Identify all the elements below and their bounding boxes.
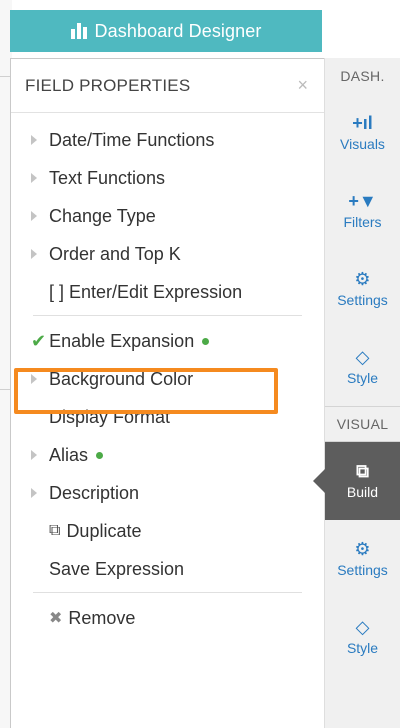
- menu-item-description[interactable]: Description: [11, 474, 324, 512]
- sidebar-item-filters[interactable]: +▼ Filters: [325, 172, 400, 250]
- menu-item-label: Enable Expansion: [49, 330, 195, 351]
- caret-right-icon: [31, 488, 37, 498]
- sidebar-item-label: Filters: [343, 214, 382, 230]
- sidebar-item-visuals[interactable]: +ıl Visuals: [325, 94, 400, 172]
- menu-item-remove[interactable]: ✖ Remove: [11, 599, 324, 637]
- menu-divider: [33, 592, 302, 593]
- menu-item-change-type[interactable]: Change Type: [11, 197, 324, 235]
- caret-right-icon: [31, 211, 37, 221]
- menu-item-enable-expansion[interactable]: ✔ Enable Expansion: [11, 322, 324, 360]
- field-properties-panel: FIELD PROPERTIES × Date/Time Functions T…: [10, 58, 324, 728]
- menu-item-label: Duplicate: [66, 520, 142, 541]
- sidebar-item-dash-settings[interactable]: ⚙ Settings: [325, 250, 400, 328]
- visuals-icon: +ıl: [352, 113, 373, 133]
- menu-item-alias[interactable]: Alias: [11, 436, 324, 474]
- status-dot-icon: [202, 337, 210, 345]
- menu-item-save-expression[interactable]: Save Expression: [11, 550, 324, 588]
- sidebar-item-visual-style[interactable]: ◇ Style: [325, 598, 400, 676]
- sidebar-item-build[interactable]: ⧉ Build: [313, 442, 400, 520]
- dashboard-designer-header: Dashboard Designer: [10, 10, 322, 52]
- gear-icon: ⚙: [354, 539, 371, 559]
- menu-item-label: [ ] Enter/Edit Expression: [49, 281, 243, 302]
- sidebar-item-label: Style: [346, 640, 379, 656]
- menu-item-label: Date/Time Functions: [49, 129, 215, 150]
- menu-item-label: Alias: [49, 444, 89, 465]
- filters-icon: +▼: [348, 191, 377, 211]
- sidebar-item-label: Settings: [337, 292, 388, 308]
- diamond-icon: ◇: [355, 617, 370, 637]
- gear-icon: ⚙: [354, 269, 371, 289]
- sidebar-item-label: Visuals: [340, 136, 385, 152]
- menu-item-label: Order and Top K: [49, 243, 181, 264]
- close-icon[interactable]: ×: [297, 75, 308, 96]
- caret-right-icon: [31, 135, 37, 145]
- diamond-icon: ◇: [355, 347, 370, 367]
- dashboard-logo-icon: [70, 23, 87, 39]
- menu-item-label: Remove: [68, 607, 136, 628]
- menu-item-label: Description: [49, 482, 140, 503]
- caret-right-icon: [31, 249, 37, 259]
- panel-title: FIELD PROPERTIES: [25, 75, 191, 95]
- background-tick: [0, 76, 10, 77]
- build-icon: ⧉: [356, 461, 369, 481]
- sidebar-section-visual: VISUAL: [325, 406, 400, 442]
- sidebar-item-label: Style: [346, 370, 379, 386]
- menu-item-text-functions[interactable]: Text Functions: [11, 159, 324, 197]
- checkmark-icon: ✔: [31, 330, 47, 351]
- duplicate-icon: ⧉: [49, 522, 61, 539]
- status-dot-icon: [96, 451, 104, 459]
- background-tick: [0, 389, 10, 390]
- header-title: Dashboard Designer: [94, 20, 262, 41]
- sidebar-item-dash-style[interactable]: ◇ Style: [325, 328, 400, 406]
- menu-item-enter-edit-expression[interactable]: [ ] Enter/Edit Expression: [11, 273, 324, 311]
- panel-header: FIELD PROPERTIES ×: [11, 59, 324, 113]
- caret-right-icon: [31, 450, 37, 460]
- sidebar-item-visual-settings[interactable]: ⚙ Settings: [325, 520, 400, 598]
- menu-item-label: Change Type: [49, 205, 156, 226]
- sidebar-item-label: Build: [346, 484, 379, 500]
- menu-item-label: Text Functions: [49, 167, 166, 188]
- menu-item-order-top-k[interactable]: Order and Top K: [11, 235, 324, 273]
- sidebar-section-dash: DASH.: [340, 68, 385, 84]
- sidebar-item-label: Settings: [337, 562, 388, 578]
- enable-expansion-highlight: [14, 368, 278, 414]
- designer-sidebar: DASH. +ıl Visuals +▼ Filters ⚙ Settings …: [313, 58, 400, 728]
- menu-item-duplicate[interactable]: ⧉ Duplicate: [11, 512, 324, 550]
- menu-item-date-time-functions[interactable]: Date/Time Functions: [11, 121, 324, 159]
- menu-divider: [33, 315, 302, 316]
- menu-item-label: Save Expression: [49, 558, 185, 579]
- remove-x-icon: ✖: [49, 610, 63, 627]
- caret-right-icon: [31, 173, 37, 183]
